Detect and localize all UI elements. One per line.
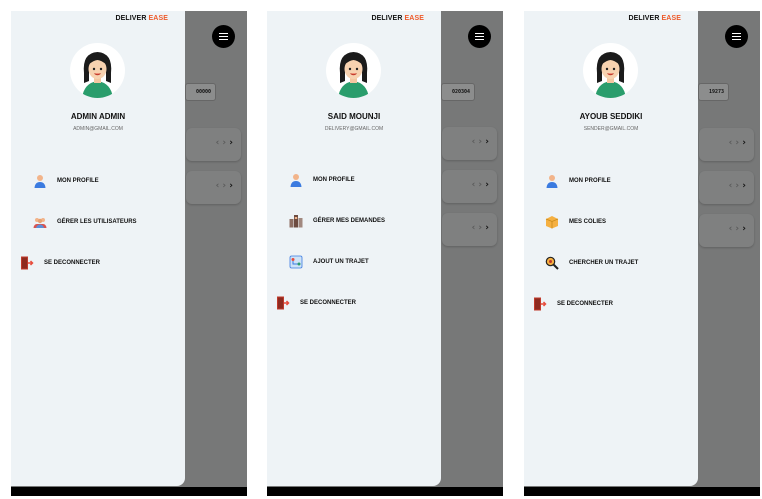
search-magnifier-icon [545,256,559,270]
logout-door-icon [276,296,290,310]
menu-item-label: MON PROFILE [313,177,355,183]
brand-logo: DELIVER EASE [115,15,168,22]
phone-screen-admin: 00000 ‹ › › ‹ › › DELIVER EASE ADMIN ADM… [11,11,247,496]
menu-item-chercher-trajet[interactable]: CHERCHER UN TRAJET [545,256,638,270]
menu-item-label: SE DECONNECTER [44,260,101,266]
menu-item-label: SE DECONNECTER [300,300,357,306]
logout-door-icon [533,297,547,311]
menu-item-mon-profile[interactable]: MON PROFILE [33,174,99,188]
background-card[interactable]: ‹ › › [699,171,754,204]
navigation-drawer: DELIVER EASE AYOUB SEDDIKI SENDER@GMAIL.… [524,11,698,486]
user-name: SAID MOUNJI [327,112,381,121]
background-card[interactable]: ‹ › › [186,171,241,204]
menu-item-label: GÉRER LES UTILISATEURS [57,219,137,225]
avatar-illustration-icon [595,52,626,98]
brand-logo: DELIVER EASE [371,15,424,22]
background-card[interactable]: ‹ › › [186,128,241,161]
menu-button[interactable] [212,25,235,48]
menu-item-se-deconnecter[interactable]: SE DECONNECTER [533,297,613,311]
menu-item-mes-colies[interactable]: MES COLIES [545,215,606,229]
avatar [583,43,638,98]
avatar-illustration-icon [338,52,369,98]
user-name: ADMIN ADMIN [70,112,126,121]
phone-screen-sender: 19273 ‹ › › ‹ › › ‹ › › DELIVER EASE AYO… [524,11,760,496]
boxes-icon [289,214,303,228]
bottom-bar [524,487,760,496]
menu-item-label: AJOUT UN TRAJET [313,259,369,265]
menu-item-label: MES COLIES [569,219,607,225]
bottom-bar [267,487,503,496]
avatar-illustration-icon [82,52,113,98]
user-icon [545,174,559,188]
avatar [70,43,125,98]
avatar [326,43,381,98]
menu-item-gerer-utilisateurs[interactable]: GÉRER LES UTILISATEURS [33,215,137,229]
menu-item-se-deconnecter[interactable]: SE DECONNECTER [276,296,356,310]
menu-item-label: CHERCHER UN TRAJET [569,260,639,266]
user-icon [289,173,303,187]
navigation-drawer: DELIVER EASE ADMIN ADMIN ADMIN@GMAIL.COM… [11,11,185,486]
navigation-drawer: DELIVER EASE SAID MOUNJI DELIVERY@GMAIL.… [267,11,441,486]
user-email: ADMIN@GMAIL.COM [73,126,123,132]
background-card[interactable]: ‹ › › [699,128,754,161]
phone-screen-delivery: 020304 ‹ › › ‹ › › ‹ › › DELIVER EASE SA… [267,11,503,496]
menu-button[interactable] [725,25,748,48]
menu-item-gerer-demandes[interactable]: GÉRER MES DEMANDES [289,214,385,228]
menu-item-label: MON PROFILE [569,178,611,184]
user-id-badge: 020304 [441,83,476,101]
menu-item-label: SE DECONNECTER [557,301,614,307]
bottom-bar [11,487,247,496]
menu-item-ajout-trajet[interactable]: AJOUT UN TRAJET [289,255,369,269]
user-email: SENDER@GMAIL.COM [583,126,639,132]
menu-item-mon-profile[interactable]: MON PROFILE [289,173,355,187]
menu-button[interactable] [468,25,491,48]
background-card[interactable]: ‹ › › [442,213,497,246]
menu-item-label: MON PROFILE [57,178,99,184]
menu-item-se-deconnecter[interactable]: SE DECONNECTER [20,256,100,270]
menu-item-label: GÉRER MES DEMANDES [313,218,386,224]
user-icon [33,174,47,188]
menu-item-mon-profile[interactable]: MON PROFILE [545,174,611,188]
route-icon [289,255,303,269]
background-card[interactable]: ‹ › › [442,170,497,203]
logout-door-icon [20,256,34,270]
package-icon [545,215,559,229]
background-card[interactable]: ‹ › › [699,214,754,247]
user-id-badge: 19273 [698,83,730,101]
user-id-badge: 00000 [185,83,217,101]
user-email: DELIVERY@GMAIL.COM [324,126,384,132]
background-card[interactable]: ‹ › › [442,127,497,160]
brand-logo: DELIVER EASE [628,15,681,22]
user-name: AYOUB SEDDIKI [579,112,643,121]
users-group-icon [33,215,47,229]
